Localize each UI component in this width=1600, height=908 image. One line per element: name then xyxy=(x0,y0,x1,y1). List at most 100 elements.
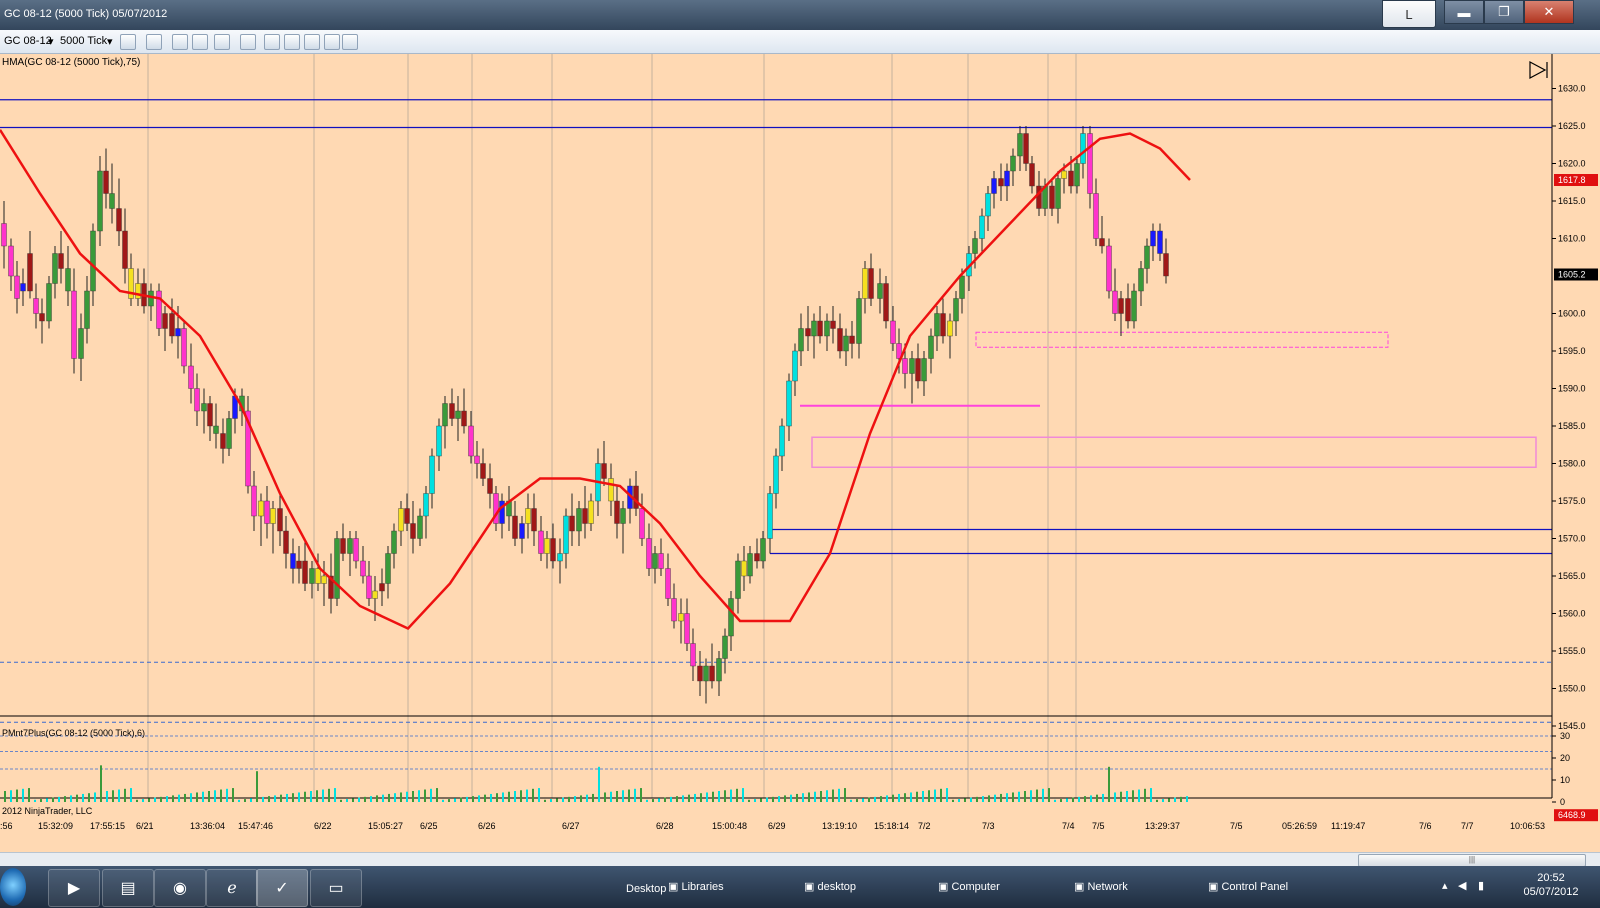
histogram-bar xyxy=(1036,789,1038,802)
histogram-bar xyxy=(310,791,312,802)
candle-body xyxy=(194,388,200,412)
network-tray-icon[interactable]: ▮ xyxy=(1478,879,1484,892)
price-tick-label: 1580.0 xyxy=(1558,459,1586,469)
histogram-bar xyxy=(1132,790,1134,802)
window-title: GC 08-12 (5000 Tick) 05/07/2012 xyxy=(4,8,168,20)
candle-body xyxy=(334,538,340,599)
candle xyxy=(805,306,811,351)
zoom-icon[interactable] xyxy=(240,34,256,50)
histogram-bar xyxy=(778,796,780,802)
instrument-selector[interactable]: GC 08-12 xyxy=(4,35,52,47)
firefox-icon[interactable]: ◉ xyxy=(154,869,206,907)
time-tick-label: 13:19:10 xyxy=(822,821,857,831)
chart-trader-icon[interactable] xyxy=(264,34,280,50)
ninjatrader-icon[interactable]: ✓ xyxy=(256,869,308,907)
clock[interactable]: 20:52 05/07/2012 xyxy=(1512,871,1590,899)
indicators-icon[interactable] xyxy=(172,34,188,50)
chart-area[interactable]: 1630.0 1625.0 1620.0 1615.0 1610.0 1600.0 1595… xyxy=(0,54,1600,852)
histogram-bar xyxy=(742,788,744,802)
copy-icon[interactable] xyxy=(324,34,340,50)
candle-body xyxy=(557,553,563,562)
candle-body xyxy=(934,313,940,337)
candle-body xyxy=(684,613,690,644)
period-dropdown-icon[interactable]: ▾ xyxy=(107,35,113,48)
link-button[interactable]: L xyxy=(1382,0,1436,28)
candle-body xyxy=(135,283,141,299)
bar-type-icon[interactable] xyxy=(120,34,136,50)
candle xyxy=(213,403,219,449)
maximize-button[interactable]: ❐ xyxy=(1484,0,1524,24)
candle-body xyxy=(1087,133,1093,194)
histogram-bar xyxy=(724,790,726,802)
start-button[interactable] xyxy=(0,868,26,906)
histogram-bar xyxy=(334,788,336,802)
histogram-bar xyxy=(1024,791,1026,802)
print-icon[interactable] xyxy=(342,34,358,50)
control-panel-icon: ▣ xyxy=(1208,881,1222,893)
histogram-bar xyxy=(1078,796,1080,802)
histogram-bar xyxy=(754,799,756,802)
histogram-bar xyxy=(268,796,270,802)
time-tick-label: 6/28 xyxy=(656,821,674,831)
histogram-bar xyxy=(160,796,162,802)
price-tick-label: 1625.0 xyxy=(1558,121,1586,131)
cursor-icon[interactable] xyxy=(214,34,230,50)
histogram-bar xyxy=(322,789,324,802)
candle-body xyxy=(747,553,753,577)
candle xyxy=(135,268,141,306)
close-button[interactable]: ✕ xyxy=(1524,0,1574,24)
candle xyxy=(423,486,429,539)
instrument-dropdown-icon[interactable]: ▾ xyxy=(48,35,54,48)
candle-body xyxy=(122,230,128,269)
control-panel-link[interactable]: ▣ Control Panel xyxy=(1208,880,1288,893)
histogram-bar xyxy=(676,796,678,802)
candle-body xyxy=(347,538,353,554)
candle-body xyxy=(811,320,817,337)
window-icon[interactable]: ▭ xyxy=(310,869,362,907)
candle-body xyxy=(877,283,883,299)
strategies-icon[interactable] xyxy=(192,34,208,50)
copyright-label: 2012 NinjaTrader, LLC xyxy=(2,806,93,816)
candle-body xyxy=(1074,163,1080,187)
tray-expand-icon[interactable]: ▴ xyxy=(1442,879,1448,892)
candle-body xyxy=(315,568,321,584)
candle-body xyxy=(162,313,168,329)
price-chart[interactable]: 1630.0 1625.0 1620.0 1615.0 1610.0 1600.0 1595… xyxy=(0,54,1600,852)
candle xyxy=(1017,126,1023,171)
candle xyxy=(576,501,582,546)
file-explorer-icon[interactable]: ▤ xyxy=(102,869,154,907)
time-tick-label: 6/21 xyxy=(136,821,154,831)
desktop-toolbar[interactable]: Desktop xyxy=(626,883,666,895)
histogram-bar xyxy=(52,797,54,802)
data-box-icon[interactable] xyxy=(284,34,300,50)
scroll-to-end-icon[interactable] xyxy=(1529,61,1548,79)
candle xyxy=(646,523,652,576)
histogram-bar xyxy=(640,788,642,802)
candle-body xyxy=(754,553,760,562)
candle xyxy=(84,276,90,344)
libraries-link[interactable]: ▣ Libraries xyxy=(668,880,724,893)
volume-icon[interactable]: ◀ xyxy=(1458,879,1466,892)
candle-body xyxy=(169,313,175,337)
minimize-button[interactable]: ▬ xyxy=(1444,0,1484,24)
draw-pencil-icon[interactable] xyxy=(146,34,162,50)
candle-body xyxy=(909,358,915,374)
histogram-bar xyxy=(82,793,84,802)
computer-link[interactable]: ▣ Computer xyxy=(938,880,1000,893)
candle xyxy=(499,493,505,539)
candle xyxy=(849,321,855,359)
candle xyxy=(1106,238,1112,299)
histogram-bar xyxy=(1018,791,1020,802)
properties-icon[interactable] xyxy=(304,34,320,50)
lower-tick-label: 30 xyxy=(1560,731,1570,741)
price-tick-label: 1545.0 xyxy=(1558,721,1586,731)
candle xyxy=(270,501,276,554)
candle-body xyxy=(921,358,927,382)
time-tick-label: 7/7 xyxy=(1461,821,1474,831)
period-selector[interactable]: 5000 Tick xyxy=(60,35,107,47)
horizontal-scrollbar[interactable]: ||| xyxy=(0,852,1600,867)
network-link[interactable]: ▣ Network xyxy=(1074,880,1128,893)
media-player-icon[interactable]: ▶ xyxy=(48,869,100,907)
desktop-folder-link[interactable]: ▣ desktop xyxy=(804,880,856,893)
internet-explorer-icon[interactable]: ℯ xyxy=(206,869,258,907)
